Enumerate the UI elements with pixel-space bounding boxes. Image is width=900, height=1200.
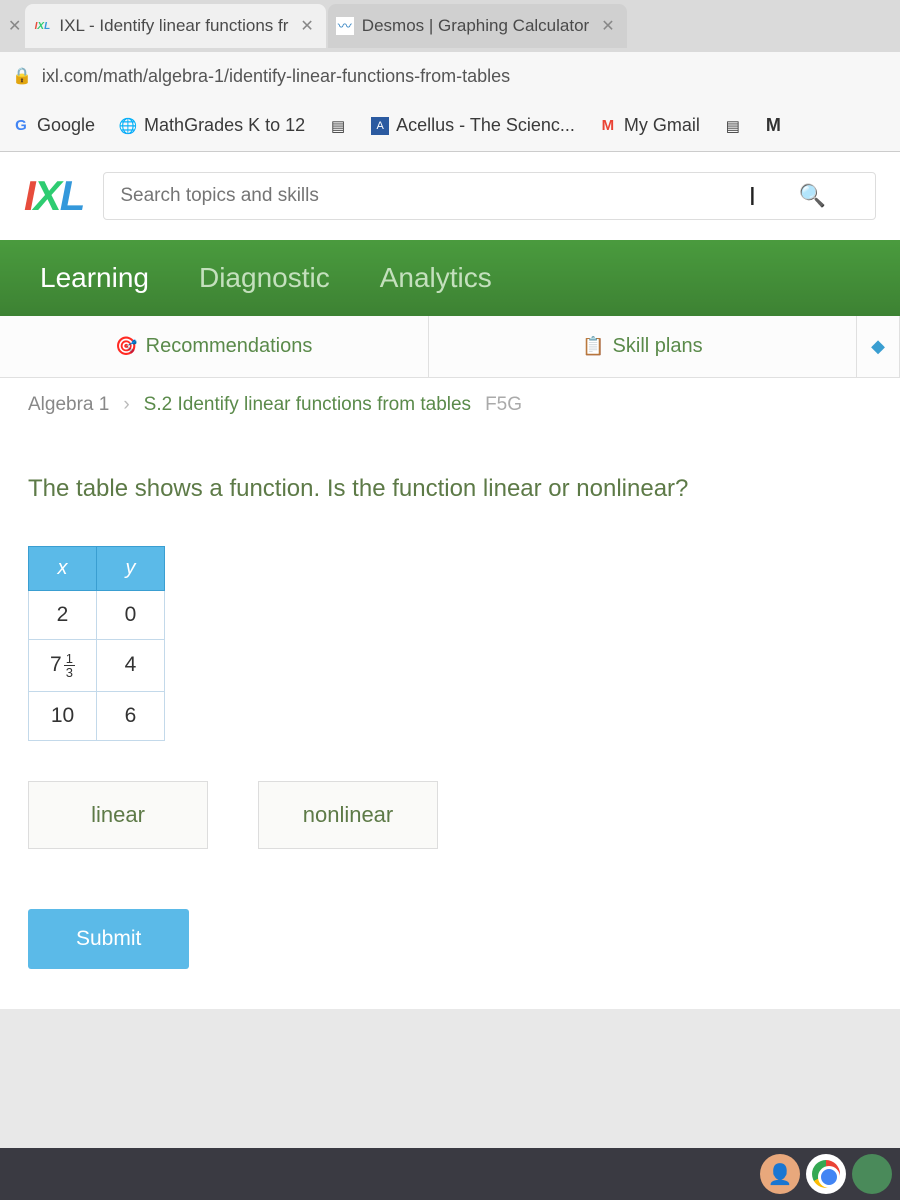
diamond-icon: ◆ bbox=[871, 336, 885, 357]
question-text: The table shows a function. Is the funct… bbox=[28, 472, 872, 506]
google-icon: G bbox=[12, 117, 30, 135]
bookmark-label: MathGrades K to 12 bbox=[144, 115, 305, 136]
taskbar: 👤 bbox=[0, 1148, 900, 1200]
answer-options: linear nonlinear bbox=[28, 781, 872, 849]
tray-chrome-icon[interactable] bbox=[806, 1154, 846, 1194]
site-header: I X L I 🔍 bbox=[0, 152, 900, 240]
bookmark-label: Acellus - The Scienc... bbox=[396, 115, 575, 136]
address-bar: 🔒 ixl.com/math/algebra-1/identify-linear… bbox=[0, 52, 900, 100]
calendar-icon: 📋 bbox=[582, 336, 604, 357]
table-row: 2 0 bbox=[29, 590, 165, 639]
sub-nav: 🎯 Recommendations 📋 Skill plans ◆ bbox=[0, 316, 900, 378]
table-row: 7 1 3 4 bbox=[29, 639, 165, 691]
search-input[interactable] bbox=[103, 172, 876, 220]
ixl-favicon-icon: IXL bbox=[33, 17, 51, 35]
nav-diagnostic[interactable]: Diagnostic bbox=[199, 262, 330, 294]
bookmark-icon[interactable]: ▤ bbox=[724, 117, 742, 135]
lock-icon: 🔒 bbox=[12, 66, 32, 86]
more-label: M bbox=[766, 115, 781, 136]
search-icon[interactable]: 🔍 bbox=[799, 183, 826, 209]
bookmark-icon[interactable]: ▤ bbox=[329, 117, 347, 135]
tray-app-icon[interactable] bbox=[852, 1154, 892, 1194]
subnav-skill-plans[interactable]: 📋 Skill plans bbox=[429, 316, 858, 377]
tray-user-icon[interactable]: 👤 bbox=[760, 1154, 800, 1194]
subnav-more[interactable]: ◆ bbox=[857, 316, 900, 377]
desmos-favicon-icon: 〰 bbox=[336, 17, 354, 35]
browser-tab-desmos[interactable]: 〰 Desmos | Graphing Calculator ✕ bbox=[328, 4, 627, 48]
globe-icon: 🌐 bbox=[119, 117, 137, 135]
ixl-logo[interactable]: I X L bbox=[24, 172, 83, 220]
site-content: I X L I 🔍 Learning Diagnostic Analytics … bbox=[0, 152, 900, 1009]
table-header-y: y bbox=[97, 546, 165, 590]
table-cell: 2 bbox=[29, 590, 97, 639]
bookmark-label: My Gmail bbox=[624, 115, 700, 136]
breadcrumb: Algebra 1 › S.2 Identify linear function… bbox=[0, 378, 900, 432]
table-row: 10 6 bbox=[29, 691, 165, 740]
breadcrumb-course[interactable]: Algebra 1 bbox=[28, 394, 109, 416]
gmail-icon: M bbox=[599, 117, 617, 135]
tab-title: Desmos | Graphing Calculator bbox=[362, 16, 589, 36]
bookmarks-bar: G Google 🌐 MathGrades K to 12 ▤ A Acellu… bbox=[0, 100, 900, 152]
function-table: x y 2 0 7 1 3 4 bbox=[28, 546, 165, 741]
submit-button[interactable]: Submit bbox=[28, 909, 189, 969]
table-cell: 7 1 3 bbox=[29, 639, 97, 691]
bookmark-gmail[interactable]: M My Gmail bbox=[599, 115, 700, 136]
subnav-label: Skill plans bbox=[613, 335, 703, 358]
logo-letter: I bbox=[24, 172, 34, 220]
close-icon[interactable]: ✕ bbox=[4, 16, 25, 36]
url-text[interactable]: ixl.com/math/algebra-1/identify-linear-f… bbox=[42, 66, 510, 87]
chevron-right-icon: › bbox=[123, 394, 129, 416]
answer-nonlinear-button[interactable]: nonlinear bbox=[258, 781, 438, 849]
table-header-x: x bbox=[29, 546, 97, 590]
bookmark-google[interactable]: G Google bbox=[12, 115, 95, 136]
bookmark-label: Google bbox=[37, 115, 95, 136]
close-icon[interactable]: ✕ bbox=[597, 16, 618, 36]
logo-letter: X bbox=[34, 172, 60, 220]
subnav-recommendations[interactable]: 🎯 Recommendations bbox=[0, 316, 429, 377]
table-cell: 0 bbox=[97, 590, 165, 639]
subnav-label: Recommendations bbox=[146, 335, 313, 358]
breadcrumb-code: F5G bbox=[485, 394, 522, 416]
table-cell: 4 bbox=[97, 639, 165, 691]
nav-analytics[interactable]: Analytics bbox=[380, 262, 492, 294]
breadcrumb-skill: S.2 Identify linear functions from table… bbox=[144, 394, 471, 416]
question-area: The table shows a function. Is the funct… bbox=[0, 432, 900, 1009]
browser-tab-ixl[interactable]: IXL IXL - Identify linear functions fr ✕ bbox=[25, 4, 325, 48]
main-nav: Learning Diagnostic Analytics bbox=[0, 240, 900, 316]
logo-letter: L bbox=[60, 172, 84, 220]
bookmark-mathgrades[interactable]: 🌐 MathGrades K to 12 bbox=[119, 115, 305, 136]
recommendations-icon: 🎯 bbox=[115, 336, 137, 357]
table-cell: 6 bbox=[97, 691, 165, 740]
acellus-icon: A bbox=[371, 117, 389, 135]
tab-title: IXL - Identify linear functions fr bbox=[59, 16, 288, 36]
nav-learning[interactable]: Learning bbox=[40, 262, 149, 294]
bookmark-acellus[interactable]: A Acellus - The Scienc... bbox=[371, 115, 575, 136]
answer-linear-button[interactable]: linear bbox=[28, 781, 208, 849]
table-cell: 10 bbox=[29, 691, 97, 740]
browser-tab-strip: ✕ IXL IXL - Identify linear functions fr… bbox=[0, 0, 900, 52]
close-icon[interactable]: ✕ bbox=[296, 16, 317, 36]
